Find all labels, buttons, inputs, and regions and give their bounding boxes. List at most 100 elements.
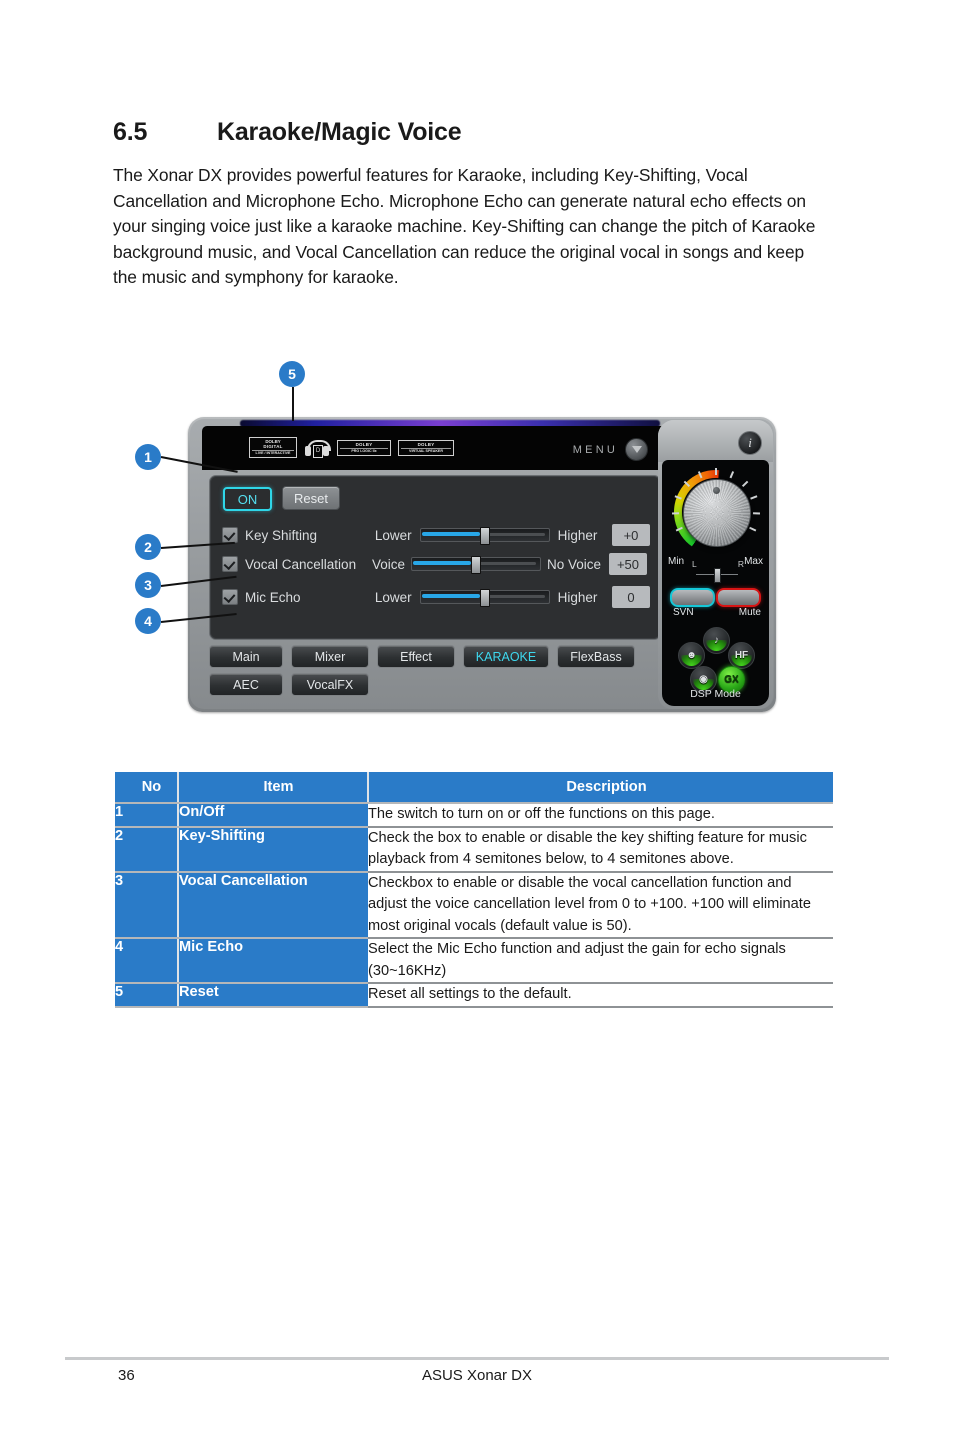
tab-aec[interactable]: AEC (209, 673, 283, 696)
header-item: Item (177, 772, 368, 804)
vocal-cancellation-label: Vocal Cancellation (245, 556, 357, 572)
page-heading: 6.5 Karaoke/Magic Voice (113, 118, 873, 147)
footer-divider (65, 1357, 889, 1360)
mic-echo-value: 0 (612, 586, 650, 608)
key-shifting-value: +0 (612, 524, 650, 546)
tab-vocalfx[interactable]: VocalFX (291, 673, 369, 696)
key-shifting-slider[interactable] (419, 527, 550, 545)
row-description: Reset all settings to the default. (368, 983, 833, 1008)
row-description: Select the Mic Echo function and adjust … (368, 938, 833, 984)
row-no: 3 (115, 871, 178, 939)
row-item: Mic Echo (177, 938, 368, 984)
tab-row-2: AEC VocalFX (209, 673, 669, 696)
dsp-hf-icon[interactable]: HF (728, 642, 755, 669)
header-no: No (115, 772, 178, 804)
key-shifting-row: Key Shifting Lower Higher +0 (222, 524, 650, 546)
callout-badge-2: 2 (135, 534, 161, 560)
row-item: Vocal Cancellation (177, 871, 368, 939)
volume-module-body: Min Max L R SVN Mute ♪ ☻ HF ◉ GX DSP Mod… (662, 460, 769, 706)
balance-thumb[interactable] (714, 568, 721, 583)
tab-karaoke[interactable]: KARAOKE (463, 645, 549, 668)
callout-badge-3: 3 (135, 572, 161, 598)
dolby-prologic-logo: DOLBY PRO LOGIC IIx (337, 439, 391, 456)
volume-max-label: Max (744, 556, 763, 567)
dolby-digital-mid: DIGITAL (263, 444, 283, 449)
volume-module: i Min Max L R SVN Mute ♪ ☻ HF ◉ GX DSP M… (658, 420, 773, 709)
key-shifting-checkbox[interactable] (222, 527, 238, 543)
callout-badge-1: 1 (135, 444, 161, 470)
intro-paragraph: The Xonar DX provides powerful features … (113, 165, 816, 288)
dolby-virtual-top: DOLBY (417, 441, 435, 447)
vocal-cancellation-left-label: Voice (371, 556, 405, 572)
tab-bar: Main Mixer Effect KARAOKE FlexBass AEC V… (209, 645, 669, 701)
mute-button[interactable] (716, 588, 761, 607)
page-title: Karaoke/Magic Voice (217, 118, 462, 146)
mic-echo-checkbox[interactable] (222, 589, 238, 605)
mic-echo-left-label: Lower (374, 589, 412, 605)
table-row: 5 Reset Reset all settings to the defaul… (115, 983, 833, 1008)
key-shifting-left-label: Lower (374, 527, 412, 543)
table-row: 1 On/Off The switch to turn on or off th… (115, 803, 833, 828)
dolby-logo-row: DOLBY DIGITAL LIVE / INTERACTIVE D DOLBY… (249, 437, 454, 458)
on-off-button[interactable]: ON (223, 487, 272, 511)
row-item: Key-Shifting (177, 826, 368, 873)
vocal-cancellation-slider[interactable] (411, 556, 541, 574)
callout-badge-5: 5 (279, 361, 305, 387)
table-row: 3 Vocal Cancellation Checkbox to enable … (115, 871, 833, 939)
volume-min-label: Min (668, 556, 685, 567)
dolby-virtual-sub: VIRTUAL SPEAKER (401, 447, 451, 454)
row-no: 2 (115, 826, 178, 873)
row-no: 5 (115, 983, 178, 1008)
row-no: 4 (115, 938, 178, 984)
dolby-digital-logo: DOLBY DIGITAL LIVE / INTERACTIVE (249, 437, 297, 458)
dolby-prologic-top: DOLBY (355, 441, 373, 447)
xonar-audio-center-window: DOLBY DIGITAL LIVE / INTERACTIVE D DOLBY… (188, 417, 776, 712)
callout-badge-4: 4 (135, 608, 161, 634)
section-number: 6.5 (113, 118, 148, 146)
vocal-cancellation-value: +50 (609, 553, 647, 575)
dsp-gx-icon[interactable]: GX (718, 666, 745, 693)
menu-label: MENU (572, 443, 618, 456)
mic-echo-right-label: Higher (557, 589, 598, 605)
tab-mixer[interactable]: Mixer (291, 645, 369, 668)
footer-product-name: ASUS Xonar DX (421, 1367, 533, 1384)
table-header-row: No Item Description (115, 772, 833, 804)
app-header-bar: DOLBY DIGITAL LIVE / INTERACTIVE D DOLBY… (202, 426, 666, 470)
legend-table: No Item Description 1 On/Off The switch … (115, 772, 833, 1008)
mic-echo-row: Mic Echo Lower Higher 0 (222, 586, 650, 608)
row-item: Reset (177, 983, 368, 1008)
vocal-cancellation-row: Vocal Cancellation Voice No Voice +50 (222, 553, 650, 575)
key-shifting-label: Key Shifting (245, 527, 318, 543)
dolby-virtual-speaker-logo: DOLBY VIRTUAL SPEAKER (398, 439, 454, 456)
menu-area[interactable]: MENU (573, 438, 648, 461)
svn-button[interactable] (670, 588, 715, 607)
table-row: 4 Mic Echo Select the Mic Echo function … (115, 938, 833, 984)
row-description: Check the box to enable or disable the k… (368, 826, 833, 873)
callout-leader-5 (292, 387, 294, 421)
row-item: On/Off (177, 803, 368, 828)
tab-flexbass[interactable]: FlexBass (557, 645, 635, 668)
dsp-ghost-icon[interactable]: ☻ (678, 642, 705, 669)
karaoke-settings-area: ON Reset Key Shifting Lower Higher +0 Vo… (209, 475, 661, 640)
header-description: Description (367, 772, 833, 804)
key-shifting-right-label: Higher (557, 527, 598, 543)
tab-effect[interactable]: Effect (377, 645, 455, 668)
vocal-cancellation-checkbox[interactable] (222, 556, 238, 572)
tab-main[interactable]: Main (209, 645, 283, 668)
reset-button[interactable]: Reset (282, 486, 340, 510)
mic-echo-label: Mic Echo (245, 589, 301, 605)
balance-left-label: L (692, 559, 697, 569)
table-row: 2 Key-Shifting Check the box to enable o… (115, 826, 833, 873)
dsp-music-note-icon[interactable]: ♪ (703, 627, 730, 654)
info-icon[interactable]: i (738, 431, 762, 455)
headphone-icon: D (304, 439, 331, 458)
tab-row-1: Main Mixer Effect KARAOKE FlexBass (209, 645, 669, 668)
dsp-game-icon[interactable]: ◉ (690, 666, 717, 693)
balance-right-label: R (737, 559, 744, 569)
svn-label: SVN (673, 607, 694, 618)
dolby-digital-sub: LIVE / INTERACTIVE (252, 450, 294, 456)
mic-echo-slider[interactable] (419, 589, 550, 607)
chevron-down-icon[interactable] (625, 438, 648, 461)
row-description: The switch to turn on or off the functio… (368, 803, 833, 828)
volume-knob[interactable] (683, 479, 751, 547)
